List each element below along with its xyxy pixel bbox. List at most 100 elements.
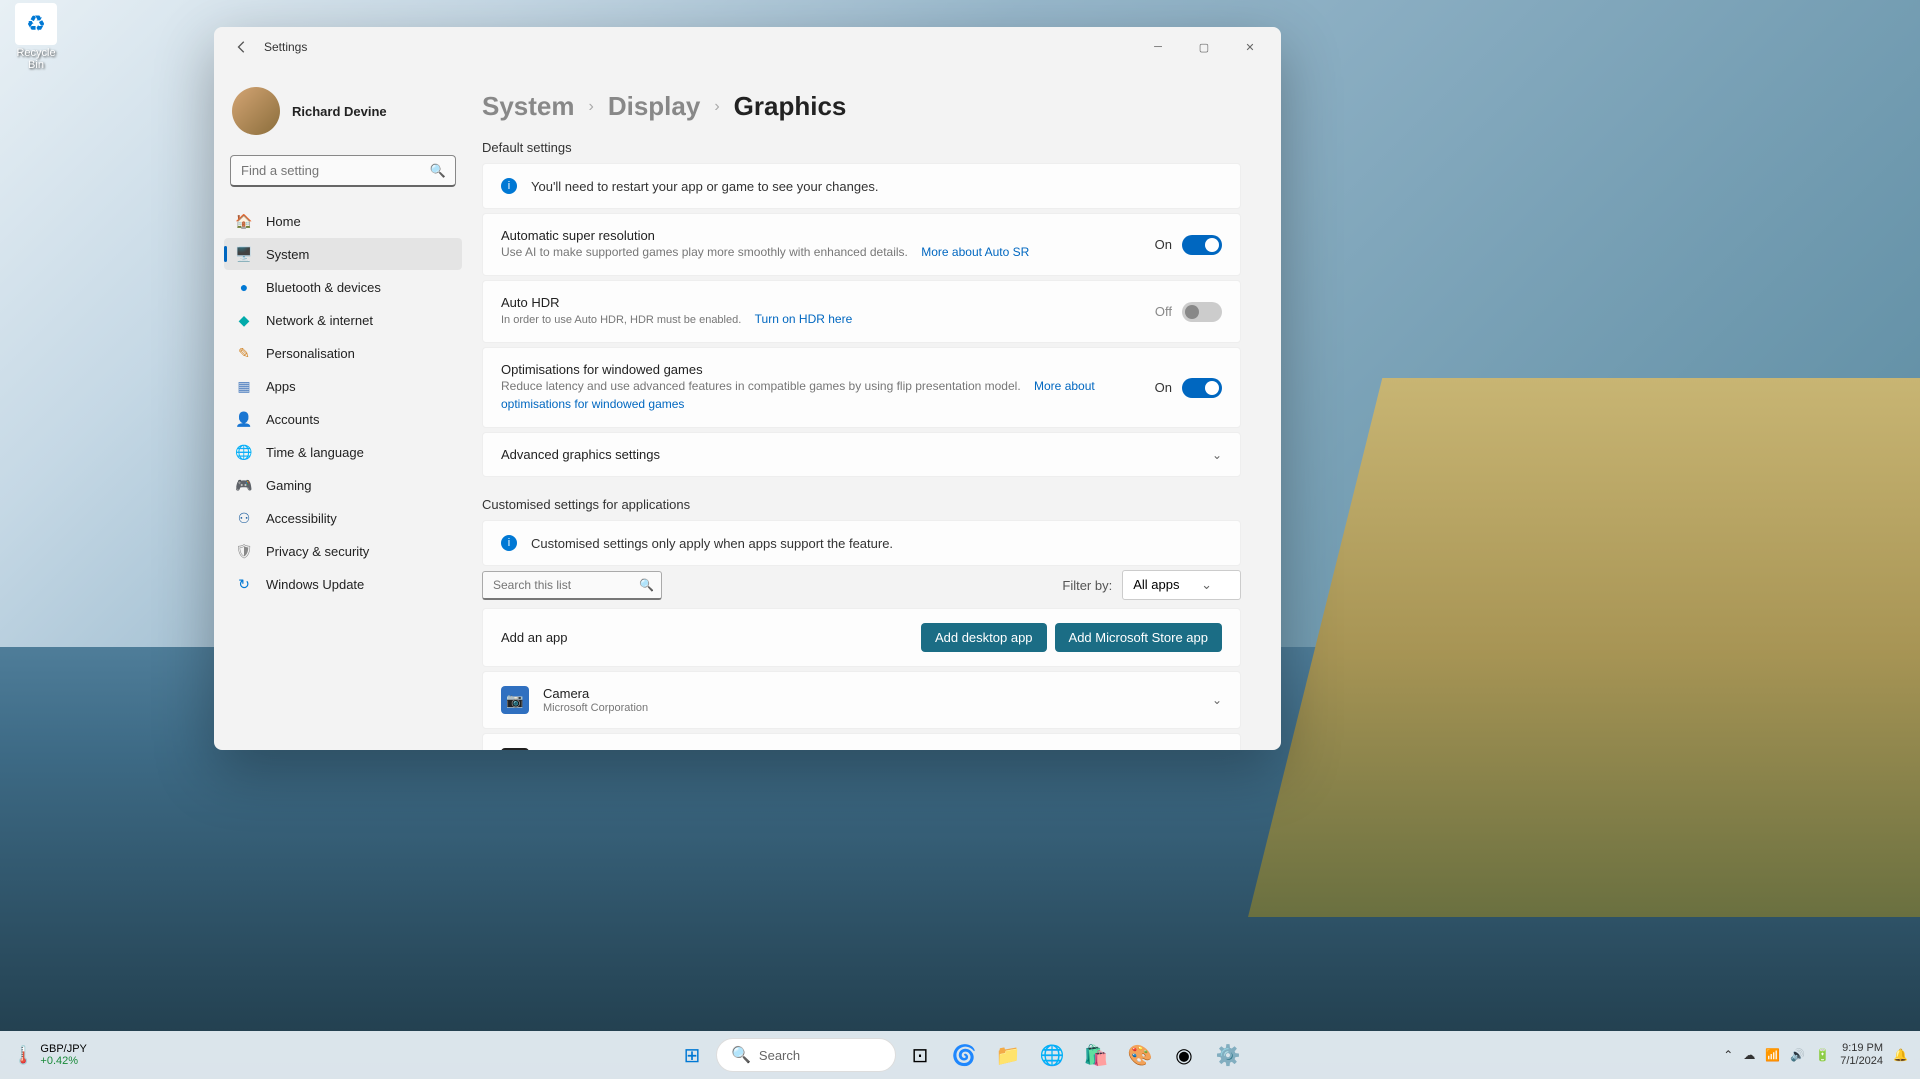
close-button[interactable]: ✕ [1227,31,1273,63]
finance-icon: 🌡️ [12,1045,34,1066]
breadcrumb-display[interactable]: Display [608,91,701,122]
steam-button[interactable]: ◉ [1164,1035,1204,1075]
maximize-button[interactable]: ▢ [1181,31,1227,63]
nav-icon: ⚇ [236,510,252,526]
search-icon: 🔍 [731,1045,751,1065]
setting-desc: In order to use Auto HDR, HDR must be en… [501,314,741,326]
tray-chevron-icon[interactable]: ⌃ [1723,1048,1733,1062]
arrow-left-icon [235,40,249,54]
add-desktop-app-button[interactable]: Add desktop app [921,623,1047,652]
window-titlebar: Settings ─ ▢ ✕ [214,27,1281,67]
nav-icon: 👤 [236,411,252,427]
search-input[interactable] [230,155,456,187]
back-button[interactable] [222,27,262,67]
nav-item-system[interactable]: 🖥️System [224,238,462,270]
nav-list: 🏠Home🖥️System●Bluetooth & devices◆Networ… [224,205,462,600]
auto-sr-link[interactable]: More about Auto SR [921,245,1029,259]
filter-dropdown[interactable]: All apps ⌄ [1122,570,1241,600]
setting-desc: Use AI to make supported games play more… [501,245,908,259]
add-store-app-button[interactable]: Add Microsoft Store app [1055,623,1222,652]
widget-finance[interactable]: 🌡️ GBP/JPY +0.42% [12,1043,87,1067]
setting-title: Automatic super resolution [501,228,1141,243]
nav-item-bluetooth-devices[interactable]: ●Bluetooth & devices [224,271,462,303]
nav-item-home[interactable]: 🏠Home [224,205,462,237]
app-icon: ▼ [501,748,529,750]
nav-item-privacy-security[interactable]: 🛡Privacy & security [224,535,462,567]
task-view-button[interactable]: ⊡ [900,1035,940,1075]
info-icon: i [501,535,517,551]
nav-label: Bluetooth & devices [266,280,381,295]
search-list-input[interactable] [482,571,662,600]
nav-item-network-internet[interactable]: ◆Network & internet [224,304,462,336]
currency-pair: GBP/JPY [40,1043,86,1055]
onedrive-icon[interactable]: ☁ [1743,1048,1755,1062]
nav-item-gaming[interactable]: 🎮Gaming [224,469,462,501]
nav-item-apps[interactable]: ▦Apps [224,370,462,402]
copilot-button[interactable]: 🌀 [944,1035,984,1075]
setting-title: Auto HDR [501,295,1141,310]
app-icon[interactable]: 🎨 [1120,1035,1160,1075]
info-icon: i [501,178,517,194]
wifi-icon[interactable]: 📶 [1765,1048,1780,1062]
add-app-label: Add an app [501,630,568,645]
nav-icon: 🛡 [236,543,252,559]
nav-icon: 🌐 [236,444,252,460]
setting-title: Optimisations for windowed games [501,362,1141,377]
taskbar-search[interactable]: 🔍 Search [716,1038,896,1072]
nav-item-time-language[interactable]: 🌐 Time & language [224,436,462,468]
minimize-button[interactable]: ─ [1135,31,1181,63]
nav-label: Accessibility [266,511,337,526]
advanced-graphics-expander[interactable]: Advanced graphics settings ⌄ [482,432,1241,477]
nav-item-windows-update[interactable]: ↻Windows Update [224,568,462,600]
battery-icon[interactable]: 🔋 [1815,1048,1830,1062]
app-icon: 📷 [501,686,529,714]
nav-icon: 🖥️ [236,246,252,262]
chevron-right-icon: › [589,98,594,116]
auto-sr-toggle[interactable] [1182,235,1222,255]
toggle-state: Off [1155,304,1172,319]
sidebar: Richard Devine 🔍 🏠Home🖥️System●Bluetooth… [214,67,472,750]
app-desc: Microsoft Corporation [543,702,1198,714]
setting-auto-hdr[interactable]: Auto HDR In order to use Auto HDR, HDR m… [482,280,1241,343]
setting-auto-sr[interactable]: Automatic super resolution Use AI to mak… [482,213,1241,276]
search-app-list[interactable]: 🔍 [482,571,662,600]
nav-icon: 🎮 [236,477,252,493]
nav-item-personalisation[interactable]: ✎Personalisation [224,337,462,369]
search-icon: 🔍 [639,578,654,592]
nav-icon: 🏠 [236,213,252,229]
filter-by-label: Filter by: [1062,578,1112,593]
notifications-icon[interactable]: 🔔 [1893,1048,1908,1062]
settings-window: Settings ─ ▢ ✕ Richard Devine 🔍 🏠Home🖥️S… [214,27,1281,750]
explorer-button[interactable]: 📁 [988,1035,1028,1075]
app-name: Control_DX11 [543,748,1198,750]
app-row[interactable]: ▼ Control_DX11 C:\Program Files (x86)\St… [482,733,1241,750]
info-customised-text: Customised settings only apply when apps… [531,536,893,551]
nav-item-accessibility[interactable]: ⚇ Accessibility [224,502,462,534]
setting-windowed-games[interactable]: Optimisations for windowed games Reduce … [482,347,1241,428]
window-title: Settings [264,40,307,54]
user-profile[interactable]: Richard Devine [224,67,462,155]
store-button[interactable]: 🛍️ [1076,1035,1116,1075]
start-button[interactable]: ⊞ [672,1035,712,1075]
nav-label: Windows Update [266,577,364,592]
info-customised-card: i Customised settings only apply when ap… [482,520,1241,566]
settings-button[interactable]: ⚙️ [1208,1035,1248,1075]
taskbar: 🌡️ GBP/JPY +0.42% ⊞ 🔍 Search ⊡ 🌀 📁 🌐 🛍️ … [0,1031,1920,1079]
windowed-toggle[interactable] [1182,378,1222,398]
nav-item-accounts[interactable]: 👤Accounts [224,403,462,435]
recycle-bin[interactable]: ♻ Recycle Bin [8,3,64,71]
volume-icon[interactable]: 🔊 [1790,1048,1805,1062]
nav-label: Time & language [266,445,364,460]
advanced-title: Advanced graphics settings [501,447,1198,462]
edge-button[interactable]: 🌐 [1032,1035,1072,1075]
app-row[interactable]: 📷 Camera Microsoft Corporation ⌄ [482,671,1241,729]
chevron-down-icon: ⌄ [1201,577,1212,592]
hdr-link[interactable]: Turn on HDR here [755,312,853,326]
nav-label: Apps [266,379,296,394]
breadcrumb-system[interactable]: System [482,91,575,122]
date: 7/1/2024 [1840,1055,1883,1068]
auto-hdr-toggle[interactable] [1182,302,1222,322]
find-setting-search[interactable]: 🔍 [230,155,456,187]
clock[interactable]: 9:19 PM 7/1/2024 [1840,1042,1883,1068]
user-name: Richard Devine [292,104,387,119]
